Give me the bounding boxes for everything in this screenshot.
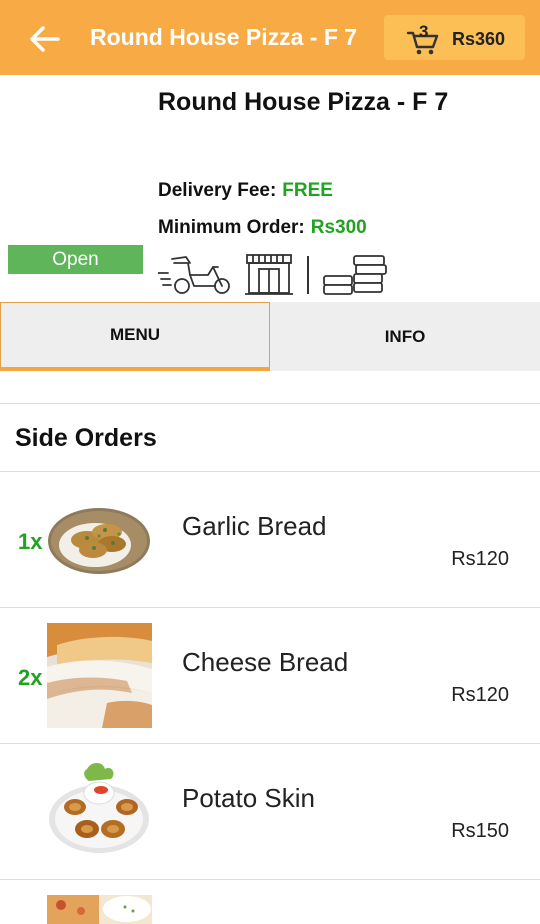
item-name: Garlic Bread [182,511,327,541]
menu-item-cheese-bread[interactable]: 2x Cheese Bread Rs120 [0,608,540,744]
delivery-fee-value: FREE [282,180,333,201]
minimum-order-value: Rs300 [310,217,367,238]
app-bar: Round House Pizza - F 7 3 Rs360 [0,0,540,75]
stacked-boxes-icon [323,255,387,295]
divider [0,403,540,404]
item-quantity: 2x [18,665,43,690]
tab-info[interactable]: INFO [270,302,540,371]
item-name: Cheese Bread [182,647,349,677]
back-button[interactable] [24,20,64,58]
menu-item-potato-skin[interactable]: Potato Skin Rs150 [0,744,540,880]
item-price: Rs150 [451,820,509,842]
page-title: Round House Pizza - F 7 [90,24,358,50]
minimum-order-row: Minimum Order: Rs300 [158,217,367,239]
item-price: Rs120 [451,684,509,706]
restaurant-name: Round House Pizza - F 7 [158,88,449,116]
tab-bar: MENU INFO [0,302,540,371]
cart-total: Rs360 [452,29,506,49]
storefront-icon [245,254,293,295]
item-price: Rs120 [451,548,509,570]
delivery-scooter-icon [158,256,230,294]
cheese-bread-thumbnail [47,623,152,728]
delivery-fee-row: Delivery Fee: FREE [158,180,333,202]
minimum-order-label: Minimum Order: [158,217,305,238]
potato-skin-thumbnail [47,759,152,864]
item-name: Potato Skin [182,783,315,813]
item-quantity: 1x [18,529,43,554]
status-badge: Open [8,245,143,274]
tab-menu[interactable]: MENU [0,302,270,371]
menu-item-garlic-bread[interactable]: 1x Garlic Bread Rs120 [0,472,540,608]
garlic-bread-thumbnail [47,488,152,593]
cart-button[interactable]: 3 Rs360 [384,15,525,60]
arrow-left-icon [30,26,60,52]
icon-divider [307,256,309,294]
pizza-thumbnail [47,895,152,924]
cart-count-badge: 3 [419,22,429,41]
section-title: Side Orders [15,424,157,452]
delivery-fee-label: Delivery Fee: [158,180,277,201]
menu-item-partial[interactable] [0,880,540,924]
